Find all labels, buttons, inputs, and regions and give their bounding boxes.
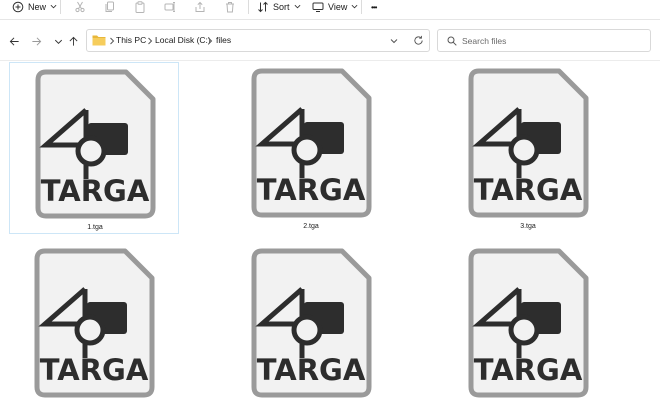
more-options-button[interactable]: ••• [371, 0, 377, 14]
share-button[interactable] [194, 0, 206, 14]
targa-file-icon: TARGA [468, 68, 589, 218]
file-item[interactable]: TARGA 3.tga [443, 62, 613, 234]
arrow-right-icon [31, 37, 41, 45]
arrow-left-icon [9, 37, 19, 45]
file-name: 2.tga [303, 223, 319, 230]
targa-file-icon: TARGA [251, 68, 372, 218]
command-bar: New Sort View ••• [0, 0, 660, 20]
file-item[interactable]: TARGA 1.tga [9, 62, 179, 234]
toolbar-divider [60, 0, 61, 14]
sort-label: Sort [273, 2, 290, 12]
file-name: 1.tga [87, 224, 103, 231]
refresh-icon[interactable] [413, 35, 424, 46]
breadcrumb-files[interactable]: files [216, 35, 231, 45]
toolbar-divider [361, 0, 362, 14]
chevron-down-icon [54, 39, 62, 44]
trash-icon [224, 1, 236, 13]
search-input[interactable] [462, 33, 642, 48]
cut-button[interactable] [74, 0, 86, 14]
chevron-down-icon [294, 2, 301, 12]
plus-circle-icon [12, 1, 24, 13]
forward-button[interactable] [28, 33, 44, 49]
paste-button[interactable] [134, 0, 146, 14]
share-icon [194, 1, 206, 13]
thumbnail-label: TARGA [257, 353, 366, 387]
folder-icon [92, 35, 106, 46]
rename-icon [164, 1, 176, 13]
scissors-icon [74, 1, 86, 13]
sort-icon [257, 1, 269, 13]
search-icon [447, 36, 457, 46]
targa-file-icon: TARGA [468, 248, 589, 398]
arrow-up-icon [69, 36, 77, 46]
delete-button[interactable] [224, 0, 236, 14]
new-button[interactable]: New [12, 0, 57, 14]
file-item[interactable]: TARGA 5.tga [226, 242, 396, 400]
copy-icon [104, 1, 116, 13]
toolbar-divider [248, 0, 249, 14]
search-box[interactable] [437, 29, 651, 52]
file-name: 3.tga [520, 223, 536, 230]
view-label: View [328, 2, 348, 12]
file-item[interactable]: TARGA 2.tga [226, 62, 396, 234]
more-label: ••• [371, 2, 377, 12]
back-button[interactable] [6, 33, 22, 49]
copy-button[interactable] [104, 0, 116, 14]
chevron-right-icon [208, 37, 213, 45]
thumbnail-label: TARGA [41, 174, 150, 208]
targa-file-icon: TARGA [34, 248, 155, 398]
navigation-row: This PC Local Disk (C:) files [0, 21, 660, 61]
new-label: New [28, 2, 47, 12]
chevron-down-icon [351, 2, 358, 12]
chevron-down-icon [50, 2, 57, 12]
breadcrumb-local-disk[interactable]: Local Disk (C:) [155, 35, 211, 45]
file-item[interactable]: TARGA 4.tga [9, 242, 179, 400]
chevron-right-icon [110, 37, 115, 45]
rename-button[interactable] [164, 0, 176, 14]
chevron-down-icon[interactable] [389, 36, 399, 46]
file-item[interactable]: TARGA 6.tga [443, 242, 613, 400]
monitor-icon [312, 1, 324, 13]
thumbnail-label: TARGA [474, 353, 583, 387]
targa-file-icon: TARGA [251, 248, 372, 398]
file-grid: TARGA 1.tga TARGA 2.tga TARGA 3.tga TARG… [0, 62, 660, 400]
thumbnail-label: TARGA [257, 173, 366, 207]
up-button[interactable] [65, 33, 81, 49]
thumbnail-label: TARGA [40, 353, 149, 387]
thumbnail-label: TARGA [474, 173, 583, 207]
address-bar[interactable]: This PC Local Disk (C:) files [86, 29, 430, 52]
chevron-right-icon [148, 37, 153, 45]
breadcrumb-this-pc[interactable]: This PC [116, 35, 146, 45]
clipboard-icon [134, 1, 146, 13]
sort-button[interactable]: Sort [257, 0, 301, 14]
targa-file-icon: TARGA [35, 69, 156, 219]
recent-locations-button[interactable] [50, 33, 66, 49]
view-button[interactable]: View [312, 0, 358, 14]
